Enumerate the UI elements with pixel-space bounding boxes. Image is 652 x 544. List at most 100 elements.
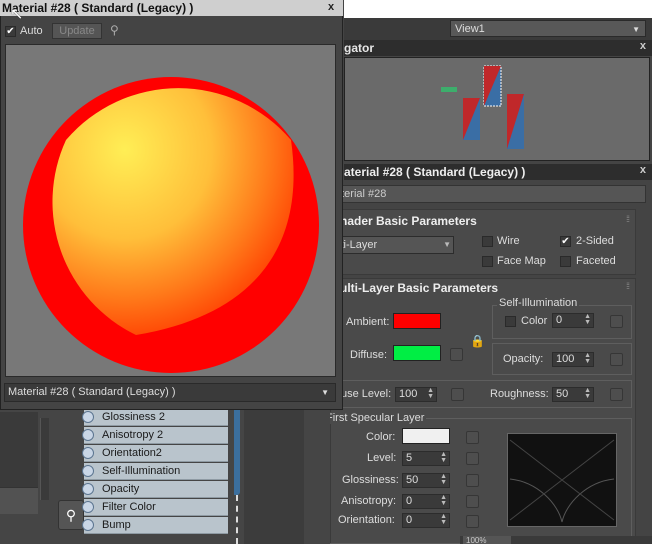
node-sidebar — [0, 412, 38, 487]
port-socket-icon[interactable] — [82, 411, 94, 423]
shader-rollout-title[interactable]: hader Basic Parameters — [340, 214, 477, 228]
zoom-field[interactable]: 100% — [463, 536, 511, 544]
roughness-map-button[interactable] — [610, 388, 623, 401]
ambient-label: Ambient: — [346, 316, 390, 328]
orientation-spinner[interactable]: 0 ▲ ▼ — [402, 513, 450, 528]
self-illum-color-checkbox[interactable] — [505, 316, 516, 327]
sphere-preview — [23, 77, 319, 373]
anisotropy-map-button[interactable] — [466, 495, 479, 508]
auto-label: Auto — [20, 25, 43, 37]
diffuse-level-map-button[interactable] — [451, 388, 464, 401]
diffuse-map-button[interactable] — [450, 348, 463, 361]
face-map-checkbox[interactable] — [482, 256, 493, 267]
auto-checkbox[interactable]: ✔ — [5, 26, 16, 37]
view-dropdown-label: View1 — [455, 23, 485, 35]
roughness-label: Roughness: — [490, 388, 549, 400]
navigator-title: gator — [344, 40, 652, 56]
node-port-row[interactable]: Anisotropy 2 — [82, 427, 228, 444]
rollout-grip-icon: ⁞⁞ — [626, 281, 630, 291]
node-port-row[interactable]: Self-Illumination — [82, 463, 228, 480]
orientation-label: Orientation: — [338, 514, 395, 526]
update-button[interactable]: Update — [52, 23, 102, 39]
opacity-spinner[interactable]: 100 ▲ ▼ — [552, 352, 594, 367]
level-label: Level: — [367, 452, 397, 464]
mouse-cursor-icon: ↖ — [10, 6, 24, 23]
rollout-grip-icon: ⁞⁞ — [626, 214, 630, 224]
ambient-color-swatch[interactable] — [393, 313, 441, 329]
wire-label: Wire — [497, 235, 520, 247]
diffuse-label: Diffuse: — [350, 349, 388, 361]
glossiness-spinner[interactable]: 50 ▲ ▼ — [402, 473, 450, 488]
node-port-label: Orientation2 — [102, 447, 162, 459]
diffuse-level-spinner[interactable]: 100 ▲ ▼ — [395, 387, 437, 402]
glossiness-label: Glossiness: — [342, 474, 399, 486]
orientation-map-button[interactable] — [466, 515, 479, 528]
preview-material-dropdown[interactable]: Material #28 ( Standard (Legacy) ) ▼ — [4, 383, 336, 402]
node-port-row[interactable]: Glossiness 2 — [82, 409, 228, 426]
opacity-map-button[interactable] — [610, 353, 623, 366]
faceted-checkbox[interactable] — [560, 256, 571, 267]
port-socket-icon[interactable] — [82, 519, 94, 531]
chevron-down-icon: ▼ — [632, 25, 640, 34]
port-socket-icon[interactable] — [82, 447, 94, 459]
level-spinner[interactable]: 5 ▲ ▼ — [402, 451, 450, 466]
node-sidebar-button[interactable] — [0, 487, 38, 514]
opacity-label: Opacity: — [503, 353, 544, 365]
node-port-row[interactable]: Filter Color — [82, 499, 228, 516]
close-icon[interactable]: x — [328, 1, 334, 13]
self-illumination-label: Self-Illumination — [497, 297, 580, 309]
lock-icon[interactable]: 🔒 — [470, 334, 485, 348]
node-port-label: Anisotropy 2 — [102, 429, 164, 441]
material-preview — [5, 44, 336, 377]
scrollbar[interactable] — [40, 418, 49, 500]
glossiness-map-button[interactable] — [466, 474, 479, 487]
highlight-curve — [509, 439, 615, 523]
roughness-spinner[interactable]: 50 ▲ ▼ — [552, 387, 594, 402]
specular-color-swatch[interactable] — [402, 428, 450, 444]
two-sided-checkbox[interactable]: ✔ — [560, 236, 571, 247]
node-port-label: Bump — [102, 519, 131, 531]
navigator-nodes — [441, 65, 524, 149]
port-socket-icon[interactable] — [82, 429, 94, 441]
specular-color-map-button[interactable] — [466, 431, 479, 444]
anisotropy-spinner[interactable]: 0 ▲ ▼ — [402, 494, 450, 509]
port-socket-icon[interactable] — [82, 483, 94, 495]
pin-icon[interactable]: ⚲ — [110, 23, 119, 37]
self-illum-spinner[interactable]: 0 ▲ ▼ — [552, 313, 594, 328]
highlight-graph — [507, 433, 617, 527]
node-editor-grid — [244, 410, 304, 544]
port-socket-icon[interactable] — [82, 465, 94, 477]
title-strip — [344, 0, 652, 18]
multilayer-rollout-title[interactable]: ulti-Layer Basic Parameters — [340, 281, 498, 295]
node-port-row[interactable]: Opacity — [82, 481, 228, 498]
binoculars-icon[interactable]: ⚲ — [58, 500, 84, 530]
node-port-label: Self-Illumination — [102, 465, 181, 477]
node-edge — [234, 410, 240, 495]
anisotropy-label: Anisotropy: — [341, 495, 397, 507]
specular-color-label: Color: — [366, 431, 396, 443]
close-icon[interactable]: x — [640, 40, 646, 52]
navigator-view[interactable] — [344, 57, 650, 161]
wire-checkbox[interactable] — [482, 236, 493, 247]
node-port-row[interactable]: Orientation2 — [82, 445, 228, 462]
node-port-row[interactable]: Bump — [82, 517, 228, 534]
material-name-field[interactable]: aterial #28 — [330, 185, 646, 203]
node-wire — [236, 495, 240, 544]
node-port-label: Filter Color — [102, 501, 156, 513]
diffuse-color-swatch[interactable] — [393, 345, 441, 361]
first-specular-title: First Specular Layer — [324, 412, 427, 424]
diffuse-level-label: use Level: — [341, 388, 392, 400]
close-icon[interactable]: x — [640, 164, 646, 176]
material-panel-title: aterial #28 ( Standard (Legacy) ) — [344, 164, 652, 180]
view-dropdown[interactable]: View1 ▼ — [450, 20, 646, 37]
two-sided-label: 2-Sided — [576, 235, 614, 247]
shader-type-dropdown[interactable]: lti-Layer ▼ — [334, 236, 454, 254]
chevron-down-icon: ▼ — [321, 388, 329, 397]
node-port-label: Opacity — [102, 483, 140, 495]
node-port-label: Glossiness 2 — [102, 411, 165, 423]
faceted-label: Faceted — [576, 255, 616, 267]
port-socket-icon[interactable] — [82, 501, 94, 513]
level-map-button[interactable] — [466, 452, 479, 465]
self-illum-map-button[interactable] — [610, 315, 623, 328]
preview-window-title[interactable]: Material #28 ( Standard (Legacy) ) — [0, 0, 343, 16]
